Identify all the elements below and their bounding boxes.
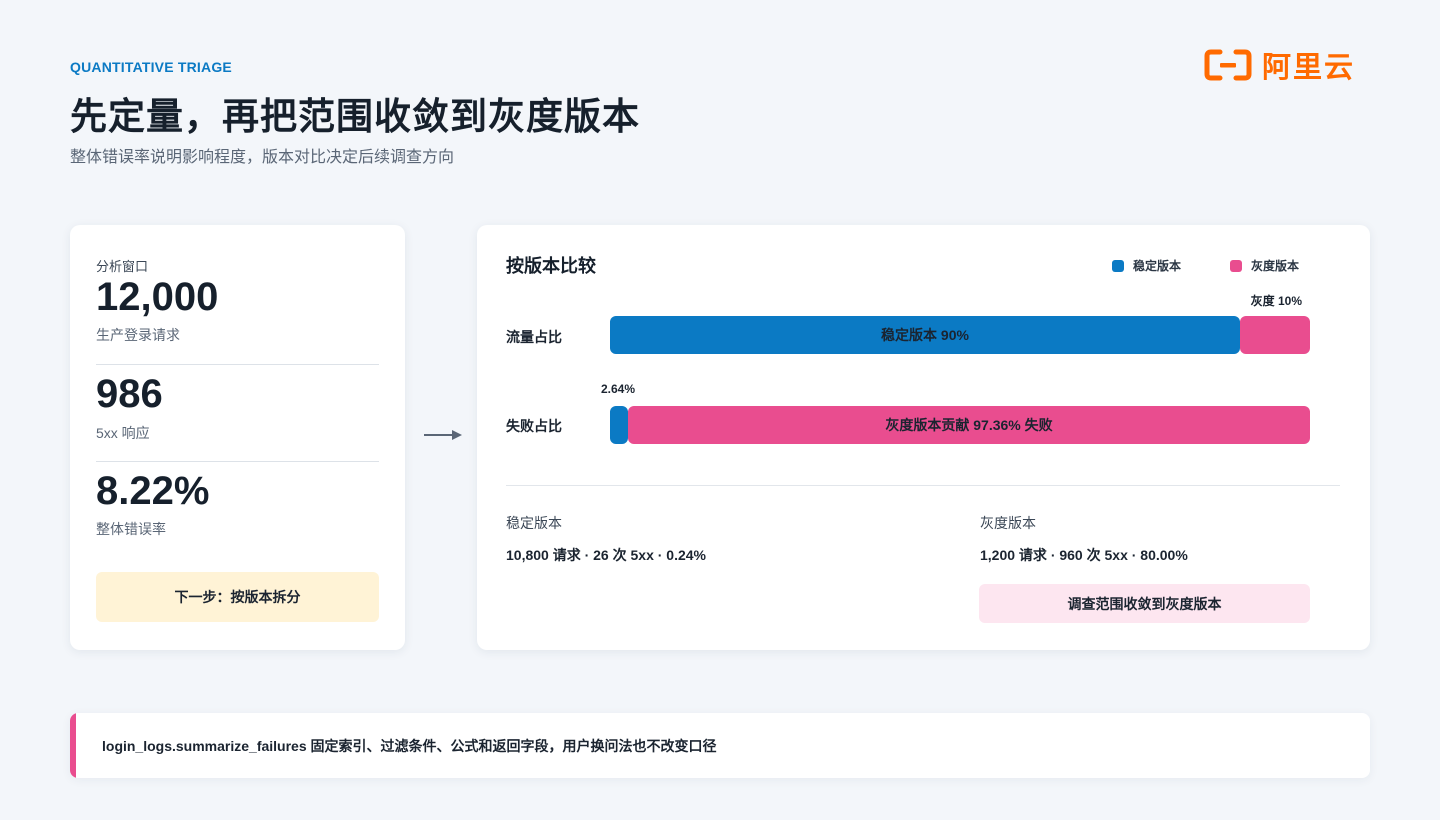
stable-version-title: 稳定版本 [506,515,562,531]
legend-item-canary: 灰度版本 [1230,257,1299,274]
failure-canary-segment: 灰度版本贡献 97.36% 失败 [628,406,1310,444]
legend-item-stable: 稳定版本 [1112,257,1181,274]
window-label: 分析窗口 [96,259,149,274]
legend-label: 灰度版本 [1251,259,1300,273]
failure-stable-segment [610,406,628,444]
legend-label: 稳定版本 [1133,259,1182,273]
page-subtitle: 整体错误率说明影响程度，版本对比决定后续调查方向 [70,149,455,166]
aliyun-logo-icon [1204,49,1252,81]
failure-stable-label: 2.64% [601,382,636,396]
divider [96,364,379,365]
page-title: 先定量，再把范围收敛到灰度版本 [70,96,640,137]
traffic-stable-segment: 稳定版本 90% [610,316,1240,354]
stable-version-stats: 10,800 请求 · 26 次 5xx · 0.24% [506,547,706,563]
next-step-callout: 下一步：按版本拆分 [96,572,379,622]
legend-swatch-canary [1230,259,1242,272]
traffic-share-bar: 稳定版本 90% 灰度 10% [610,294,1310,354]
canary-version-title: 灰度版本 [980,515,1036,531]
error-count-caption: 5xx 响应 [96,425,150,441]
logo-text: 阿里云 [1262,52,1356,84]
failure-share-bar: 灰度版本贡献 97.36% 失败 2.64% [601,382,1310,444]
traffic-row-label: 流量占比 [506,329,562,345]
canary-version-stats: 1,200 请求 · 960 次 5xx · 80.00% [980,547,1188,563]
footer-note: login_logs.summarize_failures 固定索引、过滤条件、… [102,737,717,754]
eyebrow-label: QUANTITATIVE TRIAGE [70,59,232,75]
traffic-canary-segment [1240,316,1310,354]
narrow-scope-action: 调查范围收敛到灰度版本 [979,584,1310,623]
failure-row-label: 失败占比 [506,418,562,434]
summary-card: 分析窗口 12,000 生产登录请求 986 5xx 响应 8.22% 整体错误… [70,225,405,650]
version-comparison-card: 按版本比较 稳定版本 灰度版本 流量占比 稳定版本 90% 灰度 10% 失败占… [477,225,1370,650]
total-requests-caption: 生产登录请求 [96,327,180,343]
footer-note-card: login_logs.summarize_failures 固定索引、过滤条件、… [70,713,1370,778]
total-requests-value: 12,000 [96,275,219,319]
error-count-value: 986 [96,372,163,416]
legend-swatch-stable [1112,259,1124,272]
arrow-right-icon [424,430,462,440]
error-rate-caption: 整体错误率 [96,521,166,537]
footer-accent-bar [70,713,76,778]
comparison-title: 按版本比较 [506,256,596,276]
divider [96,461,379,462]
traffic-canary-label: 灰度 10% [1250,294,1302,308]
error-rate-value: 8.22% [96,469,210,513]
divider [506,485,1340,486]
aliyun-logo: 阿里云 [1204,48,1355,84]
